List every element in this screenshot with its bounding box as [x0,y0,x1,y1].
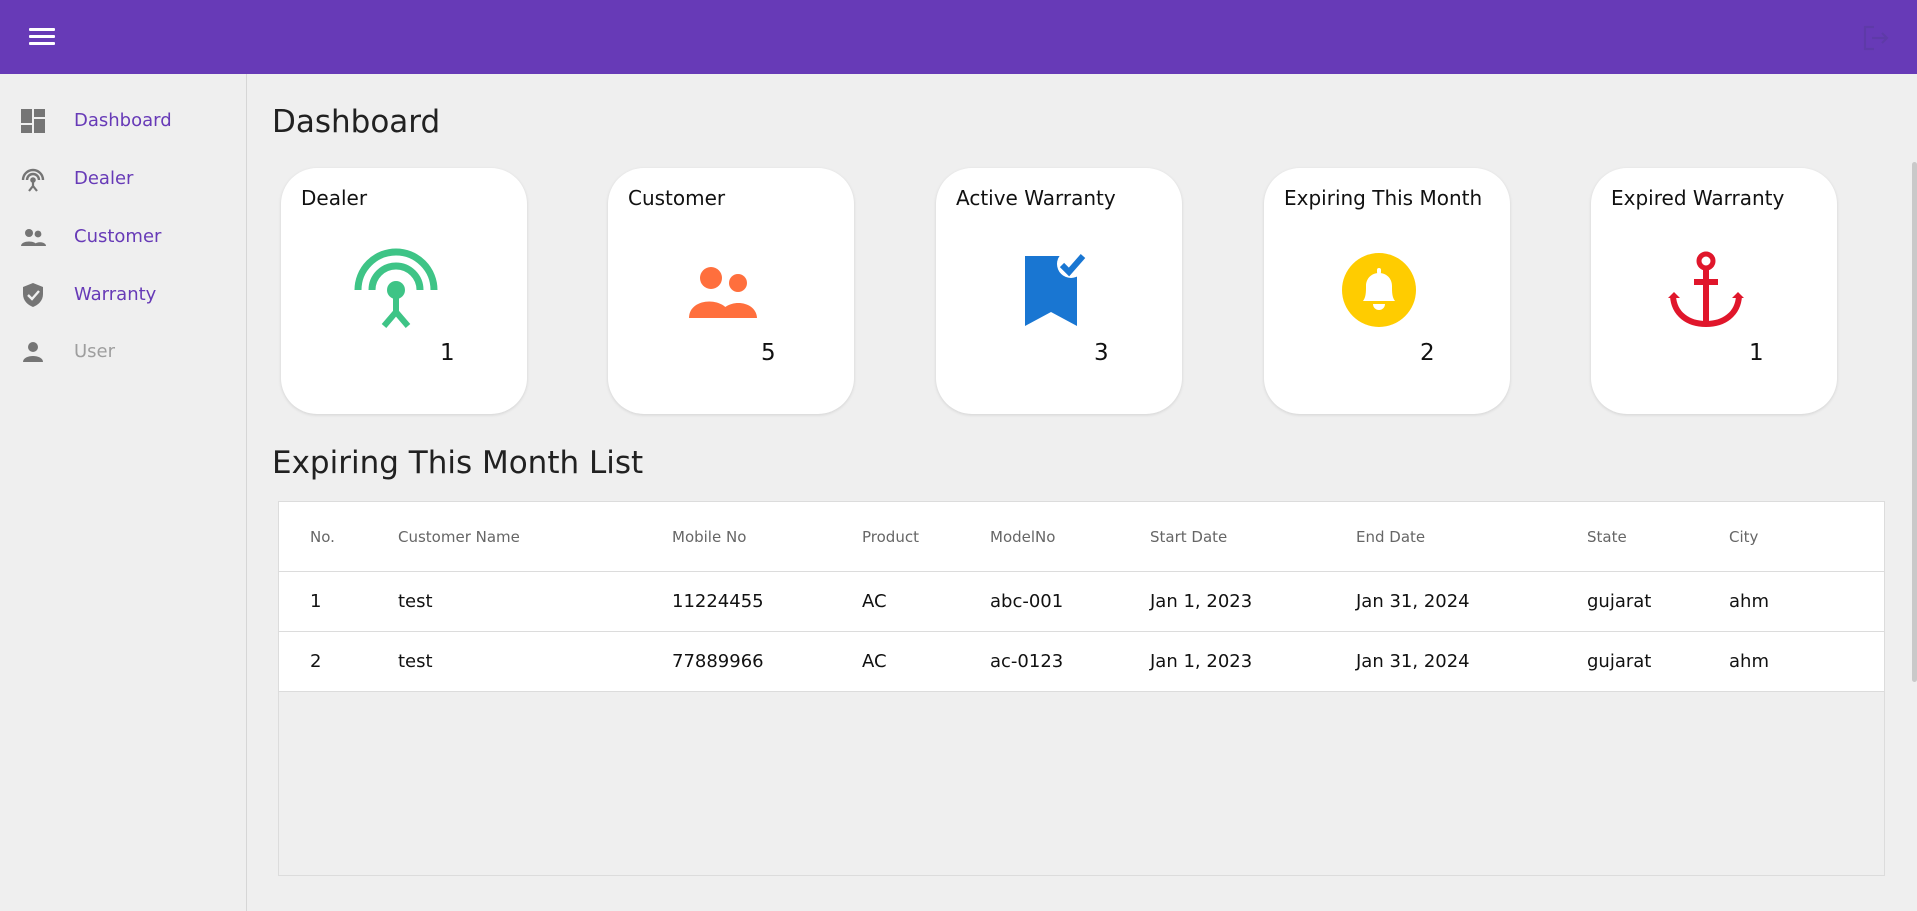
table-cell: test [398,651,433,672]
sidebar-item-label: Warranty [74,283,157,305]
card-title: Active Warranty [956,186,1116,210]
active-warranty-card[interactable]: Active Warranty 3 [936,168,1182,414]
table-row[interactable]: 2 test 77889966 AC ac-0123 Jan 1, 2023 J… [279,632,1884,692]
main-content: Dashboard Dealer 1 Customer 5 Active War… [248,74,1917,911]
table-cell: ahm [1729,591,1769,612]
table-row[interactable]: 1 test 11224455 AC abc-001 Jan 1, 2023 J… [279,572,1884,632]
table-cell: 1 [310,591,322,612]
card-count: 1 [440,340,455,366]
table-cell: 2 [310,651,322,672]
antenna-icon [354,248,438,328]
sidebar-item-dealer[interactable]: Dealer [0,152,246,204]
table-cell: test [398,591,433,612]
column-header[interactable]: Customer Name [398,528,520,546]
table-cell: Jan 1, 2023 [1150,591,1253,612]
card-count: 5 [761,340,776,366]
sidebar-item-label: Dealer [74,167,134,189]
sidebar-item-label: User [74,340,116,362]
logout-icon[interactable] [1861,24,1891,52]
column-header[interactable]: No. [310,528,335,546]
column-header[interactable]: Start Date [1150,528,1227,546]
table-cell: AC [862,591,887,612]
sidebar-item-label: Dashboard [74,109,172,131]
app-toolbar [0,0,1917,74]
table-cell: Jan 31, 2024 [1356,651,1470,672]
people-icon [689,267,757,318]
page-title: Dashboard [272,104,441,140]
table-header-row: No. Customer Name Mobile No Product Mode… [279,502,1884,572]
card-count: 2 [1420,340,1435,366]
card-count: 1 [1749,340,1764,366]
expired-warranty-card[interactable]: Expired Warranty 1 [1591,168,1837,414]
table-cell: 77889966 [672,651,764,672]
table-cell: Jan 31, 2024 [1356,591,1470,612]
person-icon [23,342,43,362]
dashboard-icon [21,109,45,133]
page-scrollbar[interactable] [1912,162,1917,682]
expiring-card[interactable]: Expiring This Month 2 [1264,168,1510,414]
menu-icon[interactable] [27,25,57,51]
expiring-list-title: Expiring This Month List [272,445,644,481]
column-header[interactable]: End Date [1356,528,1425,546]
column-header[interactable]: State [1587,528,1627,546]
table-cell: gujarat [1587,651,1652,672]
sidebar: Dashboard Dealer Customer Warranty User [0,74,247,911]
table-cell: ac-0123 [990,651,1064,672]
bookmark-check-icon [1025,250,1086,326]
sidebar-item-dashboard[interactable]: Dashboard [0,94,246,146]
card-count: 3 [1094,340,1109,366]
column-header[interactable]: Mobile No [672,528,746,546]
table-cell: AC [862,651,887,672]
column-header[interactable]: City [1729,528,1758,546]
sidebar-item-label: Customer [74,225,162,247]
people-icon [21,229,46,246]
table-cell: 11224455 [672,591,764,612]
anchor-icon [1668,251,1744,328]
sidebar-item-warranty[interactable]: Warranty [0,268,246,320]
table-cell: gujarat [1587,591,1652,612]
antenna-icon [21,168,45,192]
shield-check-icon [23,283,43,307]
expiring-table: No. Customer Name Mobile No Product Mode… [278,501,1885,876]
column-header[interactable]: ModelNo [990,528,1055,546]
sidebar-item-customer[interactable]: Customer [0,210,246,262]
dealer-card[interactable]: Dealer 1 [281,168,527,414]
customer-card[interactable]: Customer 5 [608,168,854,414]
table-cell: Jan 1, 2023 [1150,651,1253,672]
card-title: Dealer [301,186,368,210]
column-header[interactable]: Product [862,528,919,546]
bell-icon [1342,253,1416,327]
card-title: Expired Warranty [1611,186,1785,210]
table-cell: abc-001 [990,591,1064,612]
card-title: Customer [628,186,726,210]
card-title: Expiring This Month [1284,186,1483,210]
table-cell: ahm [1729,651,1769,672]
sidebar-item-user[interactable]: User [0,325,246,377]
